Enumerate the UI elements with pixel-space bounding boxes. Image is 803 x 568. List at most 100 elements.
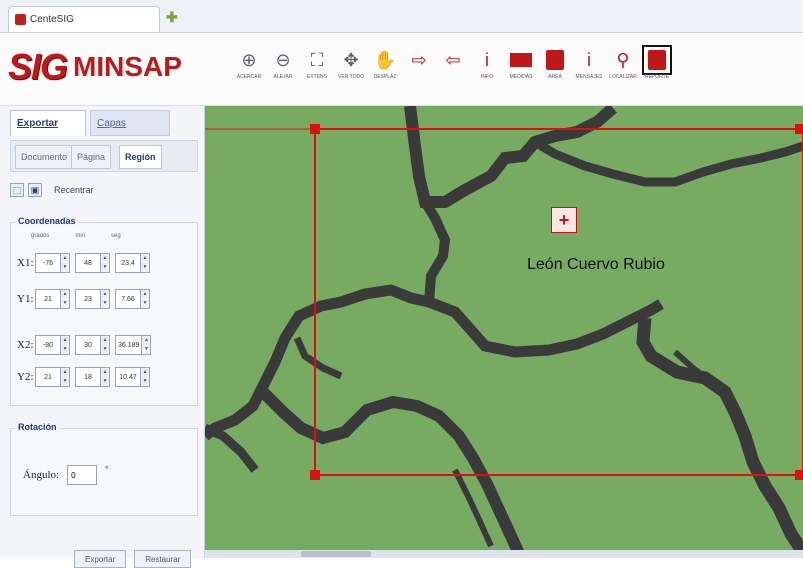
spin-up-icon[interactable]: ▲ [141, 368, 149, 377]
spinner-arrows-icon[interactable]: ▲ ▼ [101, 367, 110, 387]
handle-bottom-left[interactable] [310, 470, 320, 480]
coord-spinner[interactable]: -80 ▲ ▼ [35, 335, 70, 355]
spin-up-icon[interactable]: ▲ [101, 290, 109, 299]
coord-value[interactable]: 48 [75, 253, 101, 273]
coord-value[interactable]: 10.47 [115, 367, 141, 387]
tool-button-medidas[interactable]: MEDIDAS [504, 49, 538, 97]
coord-spinner[interactable]: 23 ▲ ▼ [75, 289, 110, 309]
measure-icon [510, 49, 532, 71]
spin-down-icon[interactable]: ▼ [101, 299, 109, 308]
clear-region-icon[interactable]: ▣ [28, 183, 42, 197]
handle-top-left[interactable] [310, 124, 320, 134]
spin-down-icon[interactable]: ▼ [61, 299, 69, 308]
spinner-arrows-icon[interactable]: ▲ ▼ [101, 289, 110, 309]
coord-spinner[interactable]: 7.66 ▲ ▼ [115, 289, 150, 309]
handle-bottom-right[interactable] [795, 470, 803, 480]
coord-spinner[interactable]: 21 ▲ ▼ [35, 289, 70, 309]
spin-up-icon[interactable]: ▲ [142, 336, 150, 345]
map-horizontal-scrollbar[interactable] [205, 550, 803, 558]
coord-value[interactable]: 30 [75, 335, 101, 355]
subtab-documento[interactable]: Documento [15, 145, 74, 169]
spin-down-icon[interactable]: ▼ [61, 377, 69, 386]
hospital-marker-icon[interactable]: + [551, 207, 577, 233]
coord-value[interactable]: 23 [75, 289, 101, 309]
angle-row: Ángulo: ° [23, 465, 108, 485]
spinner-arrows-icon[interactable]: ▲ ▼ [61, 335, 70, 355]
col-minutes: min [75, 233, 86, 239]
scroll-thumb[interactable] [301, 551, 371, 557]
subtab-region[interactable]: Región [119, 145, 162, 169]
tool-button-extens[interactable]: ⛶ EXTENS [300, 49, 334, 97]
spin-up-icon[interactable]: ▲ [61, 290, 69, 299]
spinner-arrows-icon[interactable]: ▲ ▼ [61, 289, 70, 309]
coord-spinner[interactable]: 36.189 ▲ ▼ [115, 335, 152, 355]
spinner-arrows-icon[interactable]: ▲ ▼ [141, 253, 150, 273]
angle-input[interactable] [67, 465, 98, 485]
tool-button-mensajes[interactable]: i MENSAJES [572, 49, 606, 97]
spinner-arrows-icon[interactable]: ▲ ▼ [101, 253, 110, 273]
new-tab-icon[interactable]: ✚ [166, 9, 178, 26]
spin-down-icon[interactable]: ▼ [101, 377, 109, 386]
spin-up-icon[interactable]: ▲ [101, 368, 109, 377]
coord-spinner[interactable]: -76 ▲ ▼ [35, 253, 70, 273]
spin-down-icon[interactable]: ▼ [61, 263, 69, 272]
spin-down-icon[interactable]: ▼ [142, 345, 150, 354]
tool-label: LOCALIZAR [609, 74, 637, 80]
spinner-arrows-icon[interactable]: ▲ ▼ [61, 367, 70, 387]
spin-down-icon[interactable]: ▼ [101, 263, 109, 272]
coord-spinner[interactable]: 10.47 ▲ ▼ [115, 367, 150, 387]
coord-value[interactable]: 36.189 [115, 335, 143, 355]
spin-up-icon[interactable]: ▲ [141, 254, 149, 263]
tool-button-reporte[interactable]: REPORTE [640, 45, 674, 97]
coord-spinner[interactable]: 48 ▲ ▼ [75, 253, 110, 273]
select-region-icon[interactable]: ⬚ [10, 183, 24, 197]
map-canvas[interactable] [205, 106, 803, 558]
spin-up-icon[interactable]: ▲ [61, 336, 69, 345]
tool-button-arrow-left[interactable]: ⇦ [436, 49, 470, 97]
recenter-link[interactable]: Recentrar [54, 185, 94, 195]
coord-value[interactable]: 21 [35, 289, 61, 309]
spin-down-icon[interactable]: ▼ [141, 263, 149, 272]
tool-button-acercar[interactable]: ⊕ ACERCAR [232, 49, 266, 97]
tool-button-info[interactable]: i INFO [470, 49, 504, 97]
spinner-arrows-icon[interactable]: ▲ ▼ [141, 367, 150, 387]
handle-top-right[interactable] [795, 124, 803, 134]
spin-up-icon[interactable]: ▲ [61, 368, 69, 377]
coord-spinner[interactable]: 23.4 ▲ ▼ [115, 253, 150, 273]
tool-button-area[interactable]: AREA [538, 49, 572, 97]
tool-button-desplaz[interactable]: ✋ DESPLAZ [368, 49, 402, 97]
spin-down-icon[interactable]: ▼ [101, 345, 109, 354]
coord-value[interactable]: 18 [75, 367, 101, 387]
coord-value[interactable]: 7.66 [115, 289, 141, 309]
coord-value[interactable]: -76 [35, 253, 61, 273]
restore-button[interactable]: Restaurar [134, 550, 192, 568]
map-view[interactable]: + León Cuervo Rubio [205, 106, 803, 558]
tool-button-arrow-right[interactable]: ⇨ [402, 49, 436, 97]
tab-exportar[interactable]: Exportar [10, 110, 86, 136]
coord-value[interactable]: 21 [35, 367, 61, 387]
spinner-arrows-icon[interactable]: ▲ ▼ [142, 335, 152, 355]
export-button[interactable]: Exportar [74, 550, 127, 568]
tool-button-localizar[interactable]: ⚲ LOCALIZAR [606, 49, 640, 97]
coord-spinner[interactable]: 21 ▲ ▼ [35, 367, 70, 387]
tool-button-ver-todo[interactable]: ✥ VER TODO [334, 49, 368, 97]
tool-button-alejar[interactable]: ⊖ ALEJAR [266, 49, 300, 97]
coord-spinner[interactable]: 18 ▲ ▼ [75, 367, 110, 387]
tool-label: ALEJAR [273, 74, 293, 80]
spin-down-icon[interactable]: ▼ [61, 345, 69, 354]
spinner-arrows-icon[interactable]: ▲ ▼ [61, 253, 70, 273]
coord-value[interactable]: 23.4 [115, 253, 141, 273]
spin-up-icon[interactable]: ▲ [101, 254, 109, 263]
spin-down-icon[interactable]: ▼ [141, 377, 149, 386]
spin-up-icon[interactable]: ▲ [101, 336, 109, 345]
subtab-pagina[interactable]: Página [71, 145, 112, 169]
tab-capas[interactable]: Capas [90, 110, 170, 136]
spinner-arrows-icon[interactable]: ▲ ▼ [101, 335, 110, 355]
browser-tab[interactable]: CenteSIG [8, 6, 160, 32]
spinner-arrows-icon[interactable]: ▲ ▼ [141, 289, 150, 309]
coord-spinner[interactable]: 30 ▲ ▼ [75, 335, 110, 355]
coord-value[interactable]: -80 [35, 335, 61, 355]
spin-up-icon[interactable]: ▲ [61, 254, 69, 263]
spin-up-icon[interactable]: ▲ [141, 290, 149, 299]
spin-down-icon[interactable]: ▼ [141, 299, 149, 308]
